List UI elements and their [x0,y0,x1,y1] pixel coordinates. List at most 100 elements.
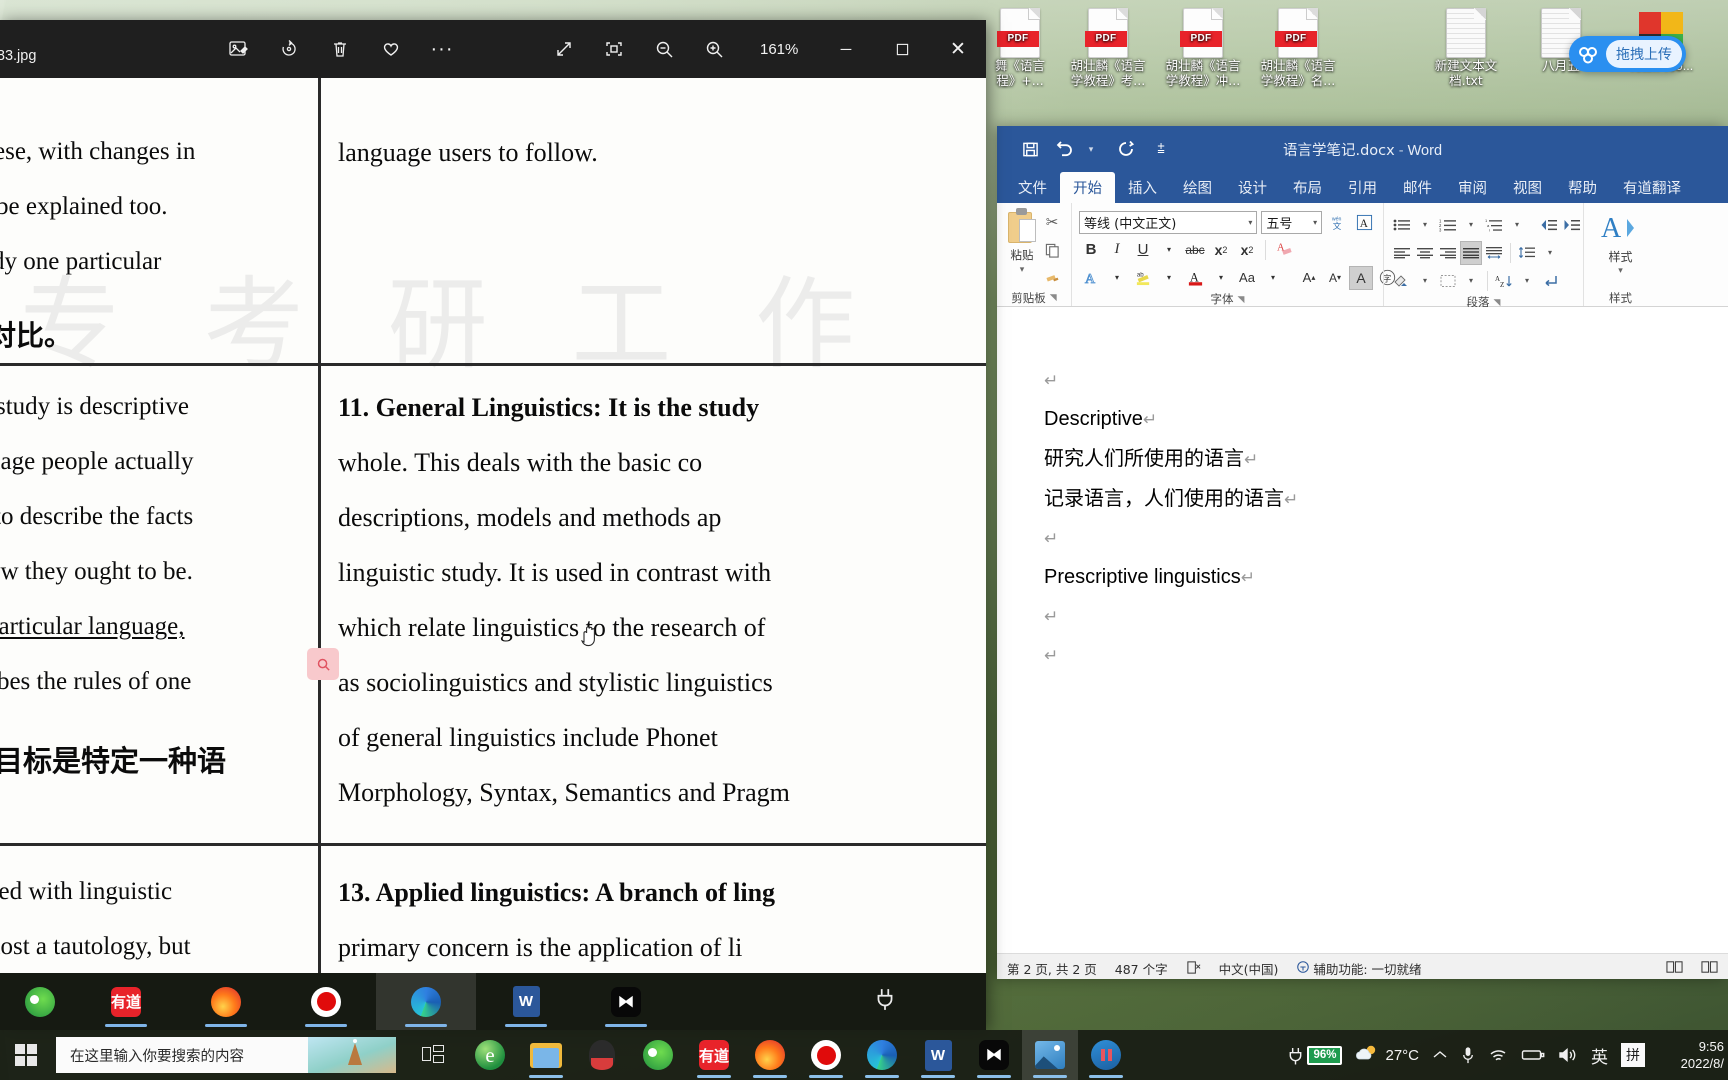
tab-design[interactable]: 设计 [1225,172,1280,203]
bold-button[interactable]: B [1079,238,1103,262]
paste-dropdown-icon[interactable]: ▾ [1020,264,1025,275]
taskbar-item-edge[interactable] [854,1030,910,1080]
line-spacing-dropdown-icon[interactable]: ▾ [1539,241,1561,265]
edit-image-icon[interactable] [226,37,250,61]
taskbar-app-icons[interactable]: 有道 W ⧓ [406,1030,1134,1080]
taskbar-item-media-player[interactable] [1078,1030,1134,1080]
weather-widget[interactable]: 27°C [1355,1043,1419,1067]
chevron-down-icon[interactable]: ▾ [1248,218,1252,227]
taskbar-search-box[interactable]: 在这里输入你要搜索的内容 [56,1037,396,1073]
text-effects-icon[interactable]: A [1079,266,1103,290]
taskbar-item-parrot-dictionary[interactable] [630,1030,686,1080]
taskbar-item-file-explorer[interactable] [518,1030,574,1080]
photo-window-controls[interactable]: ─ ✕ [818,20,986,78]
actual-size-icon[interactable] [602,37,626,61]
bullets-dropdown-icon[interactable]: ▾ [1414,213,1436,237]
borders-icon[interactable] [1437,269,1459,293]
underline-dropdown-icon[interactable]: ▾ [1157,238,1181,262]
align-center-icon[interactable] [1414,241,1436,265]
print-layout-icon[interactable] [1701,960,1718,977]
power-plug-icon[interactable] [874,987,900,1015]
pv-taskbar-youdao[interactable]: 有道 [76,973,176,1030]
close-button[interactable]: ✕ [930,20,986,78]
task-view-button[interactable] [406,1030,462,1080]
photo-viewer-window[interactable]: -683.jpg [0,20,986,1030]
maximize-button[interactable] [874,20,930,78]
line-spacing-icon[interactable] [1516,241,1538,265]
tab-youdao-translate[interactable]: 有道翻译 [1610,172,1694,203]
minimize-button[interactable]: ─ [818,20,874,78]
magnifier-icon[interactable] [307,648,339,680]
word-window[interactable]: ▾ ⩲ 语言学笔记.docx - Word 文件 开始 插入 绘图 设计 布局 … [997,126,1728,979]
styles-dropdown-icon[interactable]: ▾ [1618,265,1623,276]
multilevel-dropdown-icon[interactable]: ▾ [1506,213,1528,237]
clock-widget[interactable]: 9:56 2022/8/ [1658,1038,1724,1072]
tab-mailings[interactable]: 邮件 [1390,172,1445,203]
volume-icon[interactable] [1558,1047,1578,1063]
page-indicator[interactable]: 第 2 页, 共 2 页 [1007,959,1097,978]
character-border-icon[interactable]: A [1353,211,1376,234]
photo-viewer-taskbar-strip[interactable]: 有道 W ⧓ [0,973,986,1030]
copy-icon[interactable] [1040,239,1064,261]
word-ribbon-tabs[interactable]: 文件 开始 插入 绘图 设计 布局 引用 邮件 审阅 视图 帮助 有道翻译 [997,172,1728,203]
document-text-area[interactable]: ↵ Descriptive↵ 研究人们所使用的语言↵ 记录语言，人们使用的语言↵… [997,307,1728,675]
taskbar-item-screen-recorder[interactable] [798,1030,854,1080]
pv-taskbar-edge[interactable] [376,973,476,1030]
justify-icon[interactable] [1460,240,1482,265]
cut-scissors-icon[interactable]: ✂ [1040,211,1064,233]
numbering-icon[interactable]: 123 [1437,213,1459,237]
start-button[interactable] [0,1030,52,1080]
decrease-indent-icon[interactable] [1538,213,1560,237]
tab-home[interactable]: 开始 [1060,172,1115,203]
tab-layout[interactable]: 布局 [1280,172,1335,203]
strikethrough-button[interactable]: abc [1183,238,1207,262]
scanned-image-content[interactable]: 专 考 研 工 作 ese, with changes in be explai… [0,78,986,973]
taskbar-item-ie[interactable] [462,1030,518,1080]
customize-qat-icon[interactable]: ⩲ [1150,138,1172,160]
shading-dropdown-icon[interactable]: ▾ [1414,269,1436,293]
document-line[interactable]: 研究人们所使用的语言↵ [1044,439,1728,479]
quick-access-toolbar[interactable]: ▾ ⩲ [1019,138,1172,160]
shrink-font-icon[interactable]: A ▾ [1323,266,1347,290]
distributed-icon[interactable] [1483,241,1505,265]
show-marks-icon[interactable] [1539,269,1561,293]
read-mode-icon[interactable] [1666,960,1683,977]
tab-references[interactable]: 引用 [1335,172,1390,203]
system-tray[interactable]: 96% 27°C 英 拼 9:56 2022/8/ [1287,1030,1728,1080]
taskbar-item-youdao[interactable]: 有道 [686,1030,742,1080]
paste-button[interactable]: 粘贴 ▾ [1004,208,1040,289]
language-indicator[interactable]: 中文(中国) [1219,959,1279,978]
borders-dropdown-icon[interactable]: ▾ [1460,269,1482,293]
document-line[interactable]: ↵ [1044,597,1728,636]
italic-button[interactable]: I [1105,238,1129,262]
phonetic-guide-icon[interactable]: wén 文 [1326,211,1349,234]
pv-taskbar-parrot[interactable] [4,973,76,1030]
font-size-input[interactable]: 五号 ▾ [1261,211,1323,234]
font-name-input[interactable]: 等线 (中文正文) ▾ [1079,211,1258,234]
pv-taskbar-capcut[interactable]: ⧓ [576,973,676,1030]
desktop-icon-pdf-file-4[interactable]: PDF 胡壮麟《语言 学教程》名... [1250,6,1346,88]
shading-icon[interactable] [1391,269,1413,293]
battery-icon[interactable] [1521,1048,1545,1062]
battery-status[interactable]: 96% [1287,1045,1343,1065]
format-painter-icon[interactable] [1040,267,1064,289]
wifi-icon[interactable] [1488,1047,1508,1063]
pv-taskbar-word[interactable]: W [476,973,576,1030]
tab-file[interactable]: 文件 [1005,172,1060,203]
accessibility-status[interactable]: 辅助功能: 一切就绪 [1296,959,1422,978]
desktop-icon-pdf-file-2[interactable]: PDF 胡壮麟《语言 学教程》考... [1060,6,1156,88]
ime-pinyin-indicator[interactable]: 拼 [1621,1043,1645,1067]
font-dialog-launcher-icon[interactable]: ◥ [1238,294,1245,305]
zoom-in-icon[interactable] [702,37,726,61]
grow-font-icon[interactable]: A ▴ [1297,266,1321,290]
document-line[interactable]: ↵ [1044,636,1728,675]
subscript-button[interactable]: x2 [1209,238,1233,262]
word-status-bar[interactable]: 第 2 页, 共 2 页 487 个字 中文(中国) 辅助功能: 一切就绪 [997,953,1728,979]
desktop-icon-pdf-file-1[interactable]: PDF 舞《语言 程》+... [972,6,1068,88]
superscript-button[interactable]: x2 [1235,238,1259,262]
sort-asc-icon[interactable]: AZ [1493,269,1515,293]
microphone-icon[interactable] [1461,1046,1475,1065]
tab-help[interactable]: 帮助 [1555,172,1610,203]
chevron-up-icon[interactable] [1432,1049,1448,1061]
windows-taskbar[interactable]: 在这里输入你要搜索的内容 有道 W ⧓ [0,1030,1728,1080]
